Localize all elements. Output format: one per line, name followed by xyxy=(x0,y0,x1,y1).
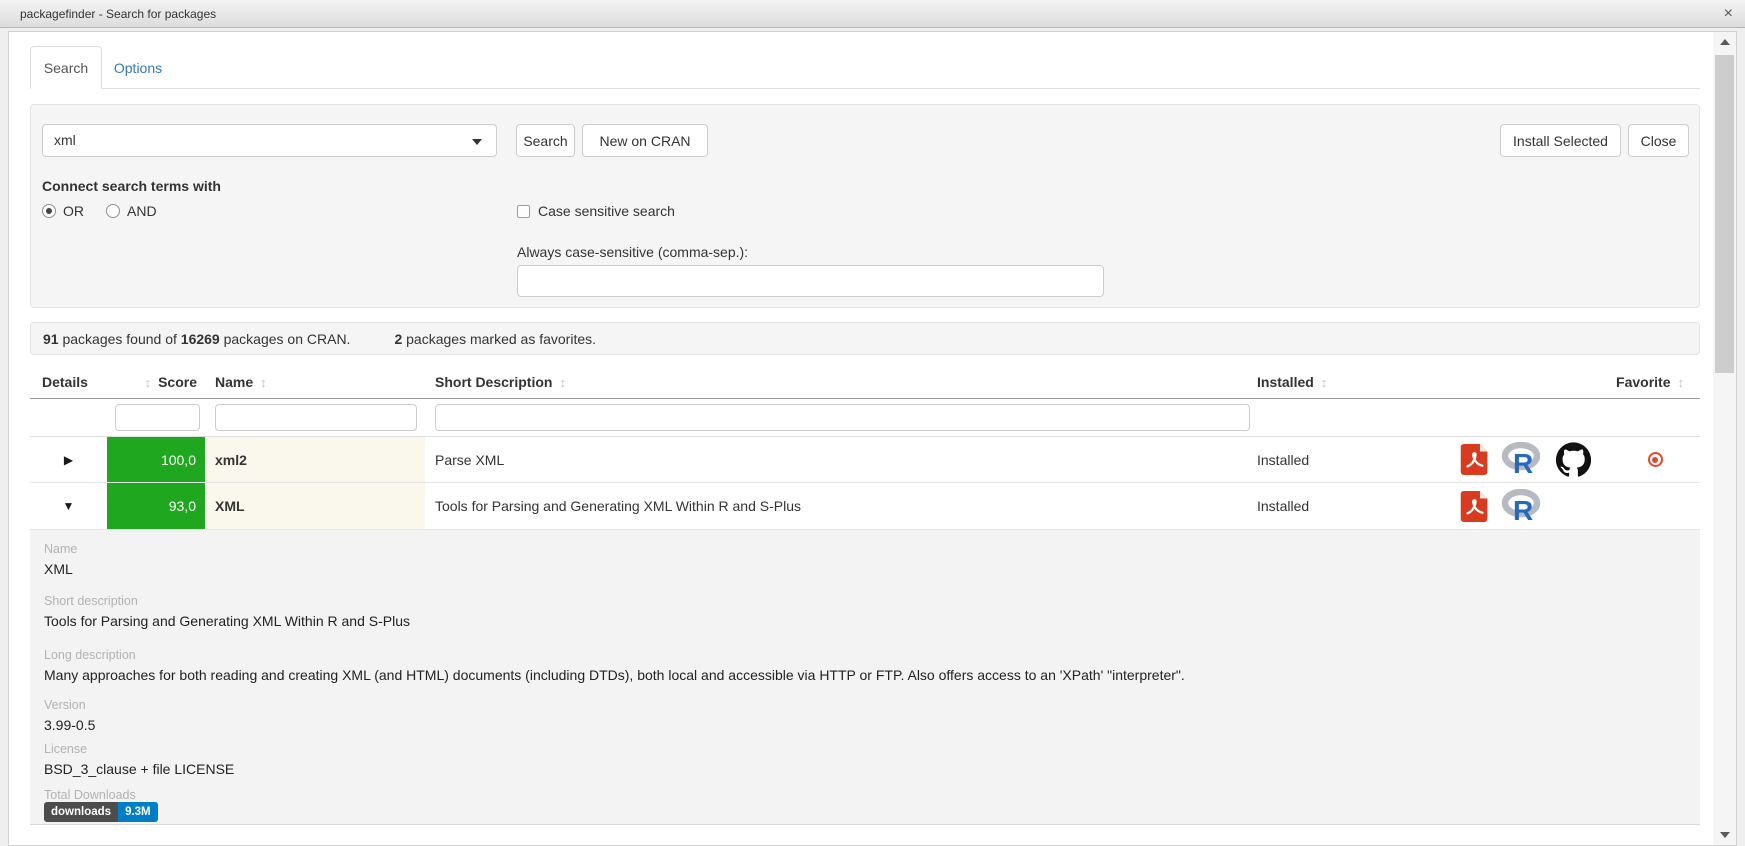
radio-or[interactable] xyxy=(42,204,56,218)
case-sensitive-checkbox[interactable] xyxy=(517,205,530,218)
found-text-2: packages on CRAN. xyxy=(220,331,351,347)
column-header-links xyxy=(1440,366,1610,398)
detail-field-total-downloads: Total Downloads xyxy=(44,788,136,802)
installed-status: Installed xyxy=(1250,437,1440,482)
detail-field-version: Version 3.99-0.5 xyxy=(44,698,95,733)
score-filter-input[interactable] xyxy=(115,404,200,431)
tab-bar-divider xyxy=(30,88,1700,89)
radio-and-label[interactable]: AND xyxy=(127,203,157,219)
detail-field-long-description: Long description Many approaches for bot… xyxy=(44,648,1185,683)
package-name: XML xyxy=(205,483,425,529)
case-sensitive-label[interactable]: Case sensitive search xyxy=(538,203,675,219)
radio-and[interactable] xyxy=(106,204,120,218)
table-row: ▼ 93,0 XML Tools for Parsing and Generat… xyxy=(30,483,1700,530)
score-cell: 100,0 xyxy=(107,437,205,482)
status-bar: 91 packages found of 16269 packages on C… xyxy=(30,322,1700,355)
sort-icon: ↕ xyxy=(145,375,152,390)
package-short-description: Parse XML xyxy=(425,437,1250,482)
short-description-filter-input[interactable] xyxy=(435,404,1250,431)
downloads-badge: downloads 9.3M xyxy=(44,802,158,822)
sort-icon: ↕ xyxy=(559,375,566,390)
favorites-text: packages marked as favorites. xyxy=(402,331,596,347)
favorite-marker-icon[interactable] xyxy=(1648,452,1663,467)
package-name: xml2 xyxy=(205,437,425,482)
found-count: 91 xyxy=(43,331,59,347)
column-header-installed[interactable]: Installed ↕ xyxy=(1250,366,1440,398)
radio-or-label[interactable]: OR xyxy=(63,203,84,219)
column-header-name[interactable]: Name ↕ xyxy=(205,366,425,398)
installed-status: Installed xyxy=(1250,483,1440,529)
column-header-score[interactable]: ↕ Score xyxy=(107,366,205,398)
total-count: 16269 xyxy=(181,331,220,347)
tab-search[interactable]: Search xyxy=(30,46,102,89)
vertical-scrollbar[interactable] xyxy=(1713,32,1736,845)
expand-row-icon[interactable]: ▶ xyxy=(64,453,73,467)
install-selected-button[interactable]: Install Selected xyxy=(1500,124,1621,157)
column-header-details[interactable]: Details xyxy=(30,366,107,398)
pdf-manual-icon[interactable] xyxy=(1460,491,1490,522)
connect-terms-radio-group: OR AND xyxy=(42,203,179,219)
always-case-sensitive-label: Always case-sensitive (comma-sep.): xyxy=(517,244,748,260)
sort-icon: ↕ xyxy=(1678,375,1685,390)
svg-text:R: R xyxy=(1513,448,1533,477)
sort-icon: ↕ xyxy=(1321,375,1328,390)
chevron-down-icon[interactable] xyxy=(472,139,482,145)
window-close-icon[interactable]: × xyxy=(1724,4,1733,24)
package-short-description: Tools for Parsing and Generating XML Wit… xyxy=(425,483,1250,529)
downloads-badge-value: 9.3M xyxy=(118,802,158,822)
case-sensitive-row: Case sensitive search xyxy=(517,203,675,219)
detail-field-name: Name XML xyxy=(44,542,77,577)
score-cell: 93,0 xyxy=(107,483,205,529)
sort-icon: ↕ xyxy=(260,375,267,390)
tab-options[interactable]: Options xyxy=(102,46,174,89)
collapse-row-icon[interactable]: ▼ xyxy=(63,499,75,513)
package-links: R xyxy=(1440,437,1610,482)
search-term-value: xml xyxy=(54,132,76,148)
column-header-short-description[interactable]: Short Description ↕ xyxy=(425,366,1250,398)
pdf-manual-icon[interactable] xyxy=(1460,444,1490,475)
name-filter-input[interactable] xyxy=(215,404,417,431)
connect-terms-label: Connect search terms with xyxy=(42,178,221,194)
window-titlebar: packagefinder - Search for packages × xyxy=(0,0,1745,28)
window-title: packagefinder - Search for packages xyxy=(20,7,216,21)
scrollbar-thumb[interactable] xyxy=(1715,55,1734,373)
downloads-badge-label: downloads xyxy=(44,802,118,822)
new-on-cran-button[interactable]: New on CRAN xyxy=(582,124,708,157)
search-term-combobox[interactable]: xml xyxy=(42,124,497,157)
r-project-icon[interactable]: R xyxy=(1501,489,1545,524)
package-detail-panel: Name XML Short description Tools for Par… xyxy=(30,530,1700,825)
close-button[interactable]: Close xyxy=(1628,124,1689,157)
column-header-favorite[interactable]: Favorite ↕ xyxy=(1610,366,1700,398)
table-header-row: Details ↕ Score Name ↕ Short Description… xyxy=(30,366,1700,399)
scroll-down-icon[interactable] xyxy=(1713,825,1736,845)
always-case-sensitive-input[interactable] xyxy=(517,265,1104,297)
detail-field-license: License BSD_3_clause + file LICENSE xyxy=(44,742,234,777)
search-button[interactable]: Search xyxy=(516,124,575,157)
package-links: R xyxy=(1440,483,1610,529)
found-text-1: packages found of xyxy=(59,331,181,347)
scroll-up-icon[interactable] xyxy=(1713,32,1736,52)
svg-text:R: R xyxy=(1513,495,1533,524)
table-filter-row xyxy=(30,399,1700,437)
table-row: ▶ 100,0 xml2 Parse XML Installed R xyxy=(30,437,1700,483)
r-project-icon[interactable]: R xyxy=(1501,442,1545,477)
github-icon[interactable] xyxy=(1556,442,1591,477)
detail-field-short-description: Short description Tools for Parsing and … xyxy=(44,594,410,629)
